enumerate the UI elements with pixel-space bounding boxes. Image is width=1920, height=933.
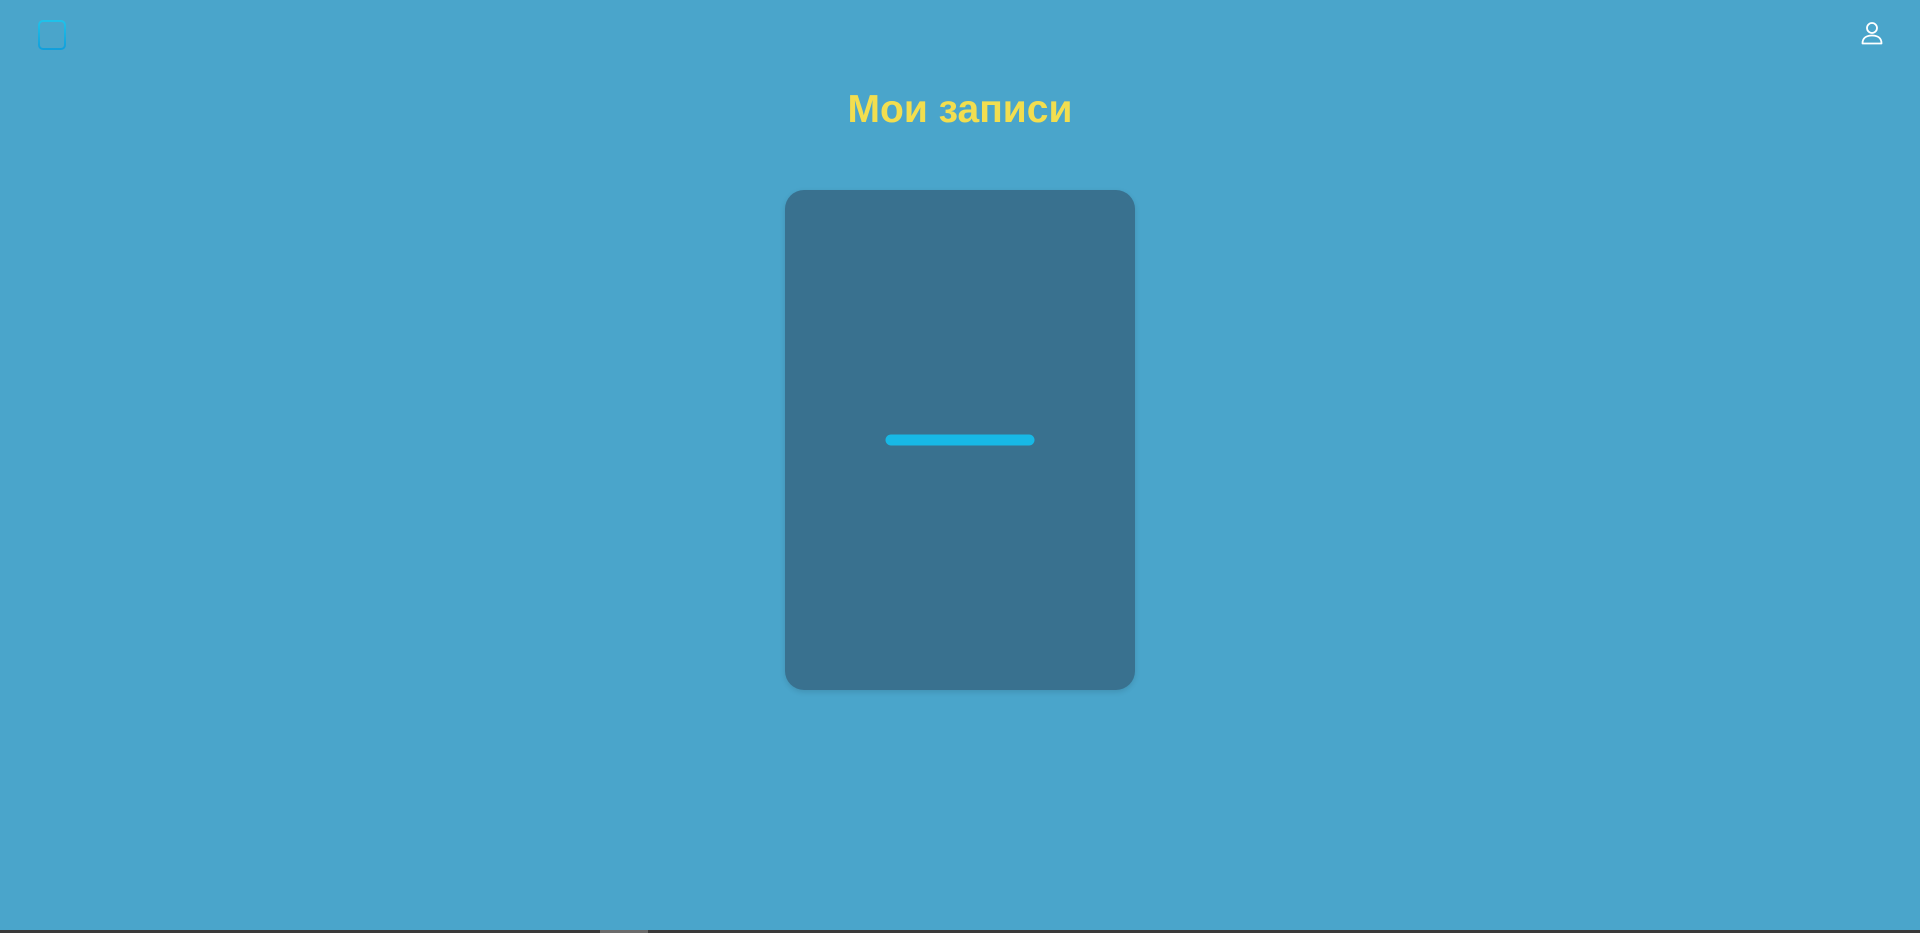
notes-icon [38,20,66,50]
profile-button[interactable] [1859,20,1885,46]
user-icon [1861,22,1883,45]
logo-button[interactable] [37,19,67,51]
add-note-card[interactable] [785,190,1135,690]
plus-icon [885,365,1035,515]
page-title: Мои записи [847,88,1073,131]
